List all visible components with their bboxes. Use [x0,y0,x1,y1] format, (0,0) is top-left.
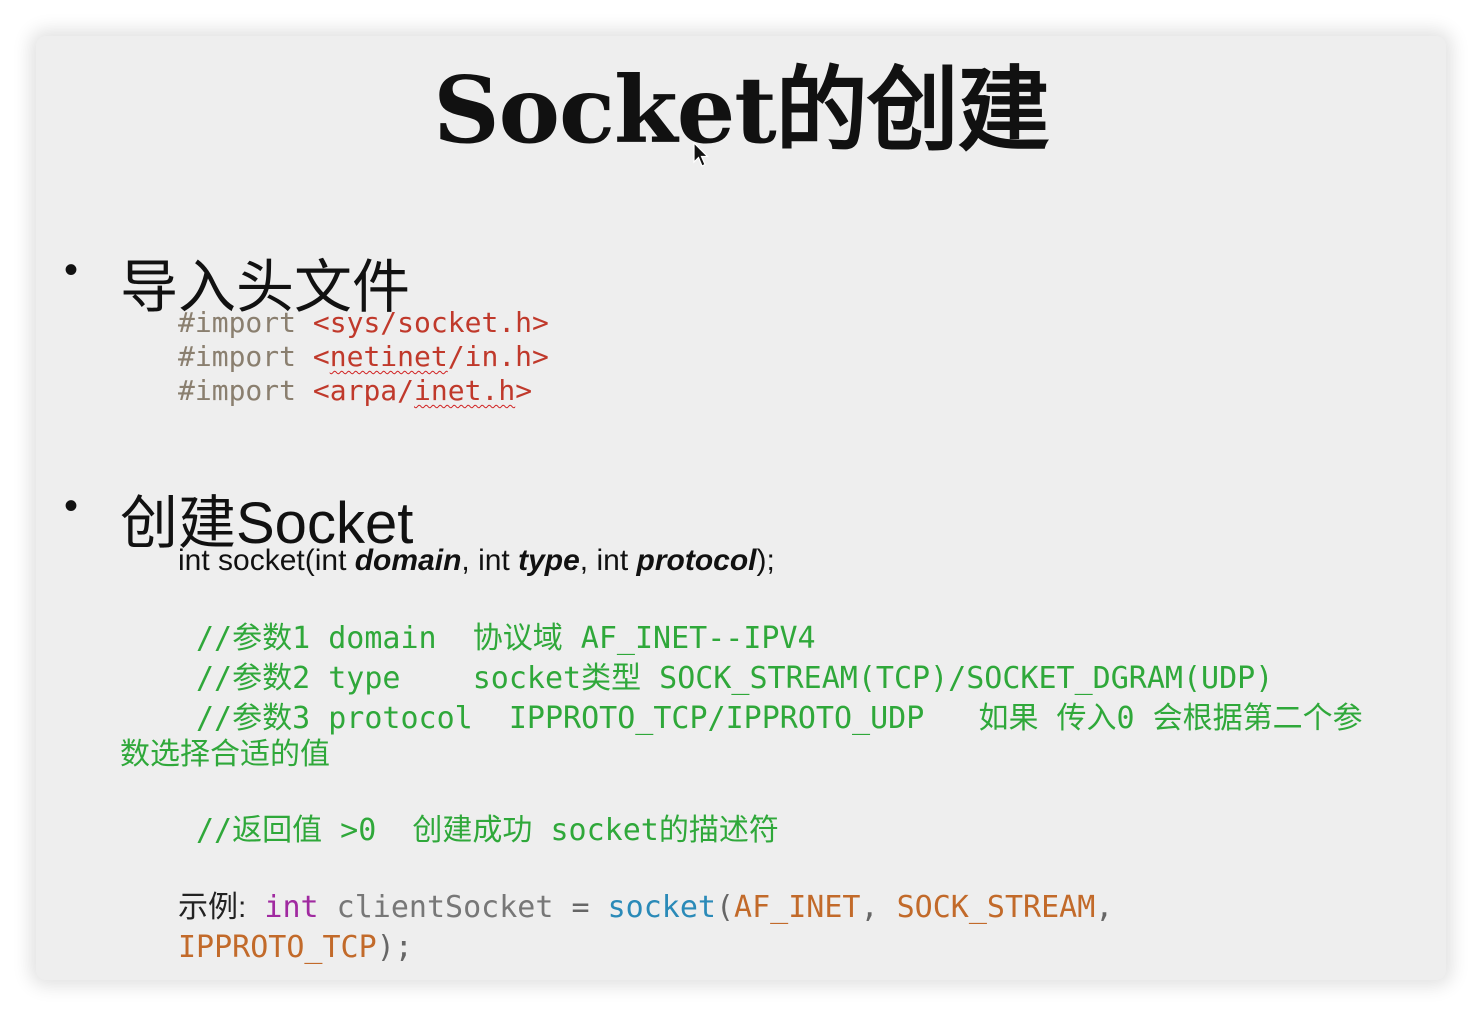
slide-title: Socket的创建 [433,56,1050,164]
import-line: #import <sys/socket.h> [178,306,549,340]
code-keyword: int [264,890,319,925]
import-line: #import <netinet/in.h> [178,340,549,374]
code-punct: ( [715,890,735,925]
comment-line: //参数1 domain 协议域 AF_INET--IPV4 [196,621,816,656]
example-code: 示例: int clientSocket = socket(AF_INET, S… [178,888,1113,968]
code-function: socket [607,890,716,925]
import-path-suffix: /in.h> [447,340,549,373]
mouse-pointer-icon [693,142,709,167]
bullet-icon: • [64,248,79,292]
signature-sep: , int [579,544,637,577]
param-protocol: protocol [636,544,757,577]
import-path-prefix: < [312,340,330,373]
comment-line: //参数2 type socket类型 SOCK_STREAM(TCP)/SOC… [196,661,1274,696]
import-path-prefix: <arpa/ [312,374,415,407]
param-domain: domain [354,544,462,577]
code-punct: , [860,890,879,925]
import-path: <sys/socket.h> [312,306,549,339]
comment-line: //参数3 protocol IPPROTO_TCP/IPPROTO_UDP 如… [196,701,1363,736]
signature-sep: , int [461,544,519,577]
code-variable: clientSocket [336,890,554,925]
function-signature: int socket(int domain, int type, int pro… [178,544,775,578]
import-directive: #import [178,374,297,407]
code-constant: SOCK_STREAM [896,890,1096,925]
slide: Socket的创建 • 导入头文件 #import <sys/socket.h>… [36,36,1446,980]
comment-line: //返回值 >0 创建成功 socket的描述符 [196,813,779,848]
spelling-error-word: inet.h [414,374,516,407]
code-constant: AF_INET [734,890,861,925]
bullet-icon: • [64,484,79,528]
import-path-suffix: > [515,374,533,407]
import-line: #import <arpa/inet.h> [178,374,532,408]
code-constant: IPPROTO_TCP [178,930,377,965]
comment-line-wrap: 数选择合适的值 [120,737,330,772]
param-type: type [518,544,580,577]
spelling-error-word: netinet [329,340,448,373]
import-directive: #import [178,306,297,339]
import-directive: #import [178,340,297,373]
code-punct: , [1095,890,1114,925]
example-label: 示例: [178,891,247,924]
signature-suffix: ); [756,544,775,577]
signature-prefix: int socket(int [178,544,355,577]
code-punct: ); [376,930,413,965]
code-operator: = [571,890,590,925]
